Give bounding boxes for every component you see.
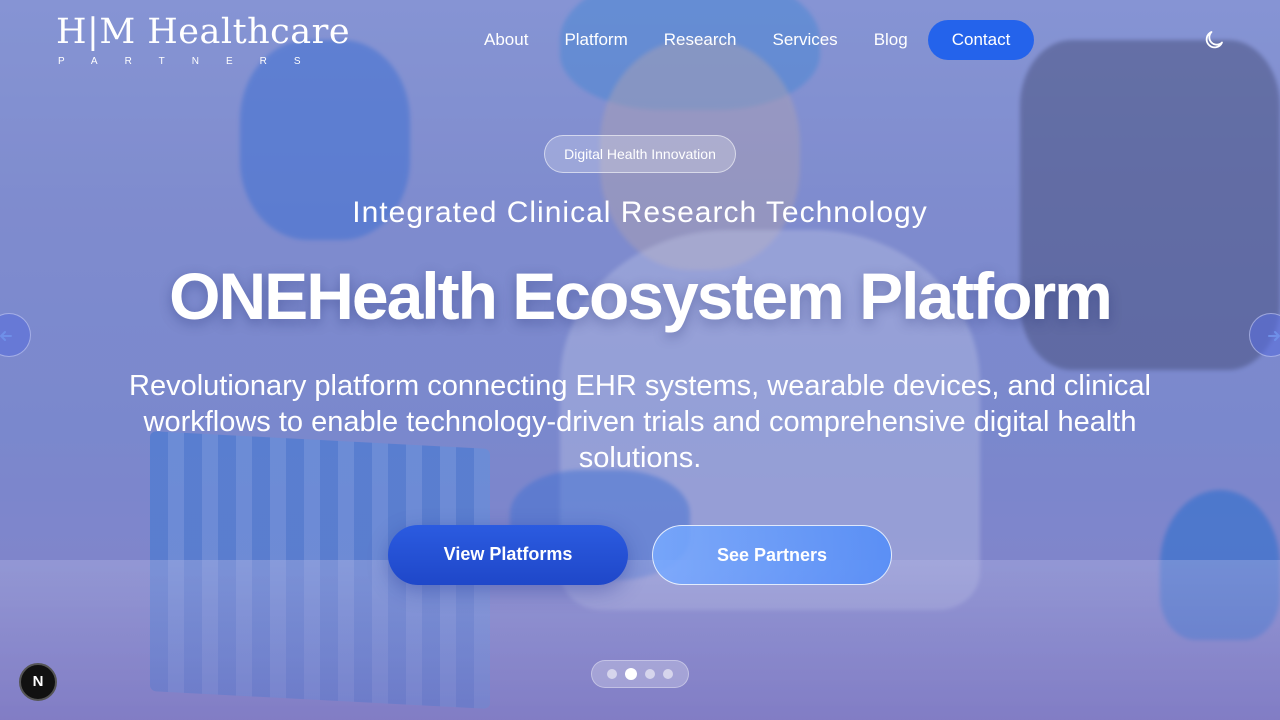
carousel-indicators bbox=[591, 660, 689, 688]
site-logo[interactable]: H|M Healthcare PARTNERS bbox=[56, 12, 350, 67]
hero-badge: Digital Health Innovation bbox=[544, 135, 736, 173]
nav-platform[interactable]: Platform bbox=[546, 20, 645, 60]
nav-about[interactable]: About bbox=[466, 20, 546, 60]
carousel-dot[interactable] bbox=[663, 669, 673, 679]
carousel-dot[interactable] bbox=[645, 669, 655, 679]
carousel-dot-active[interactable] bbox=[625, 668, 637, 680]
view-platforms-button[interactable]: View Platforms bbox=[388, 525, 628, 585]
hero-subtitle: Integrated Clinical Research Technology bbox=[352, 196, 928, 229]
nav-services[interactable]: Services bbox=[755, 20, 856, 60]
logo-tagline: PARTNERS bbox=[58, 56, 328, 67]
carousel-dot[interactable] bbox=[607, 669, 617, 679]
moon-icon bbox=[1205, 31, 1223, 49]
hero-section bbox=[0, 0, 1280, 720]
hero-overlay bbox=[0, 0, 1280, 720]
main-nav: About Platform Research Services Blog Co… bbox=[466, 20, 1035, 60]
see-partners-button[interactable]: See Partners bbox=[652, 525, 892, 585]
hero-description: Revolutionary platform connecting EHR sy… bbox=[129, 370, 1151, 474]
theme-toggle-button[interactable] bbox=[1202, 28, 1226, 52]
contact-button[interactable]: Contact bbox=[927, 20, 1035, 60]
logo-wordmark: H|M Healthcare bbox=[56, 12, 351, 52]
nav-research[interactable]: Research bbox=[646, 20, 755, 60]
hero-title: ONEHealth Ecosystem Platform bbox=[169, 259, 1113, 333]
dev-tools-badge[interactable]: N bbox=[19, 663, 57, 701]
nav-blog[interactable]: Blog bbox=[856, 20, 926, 60]
